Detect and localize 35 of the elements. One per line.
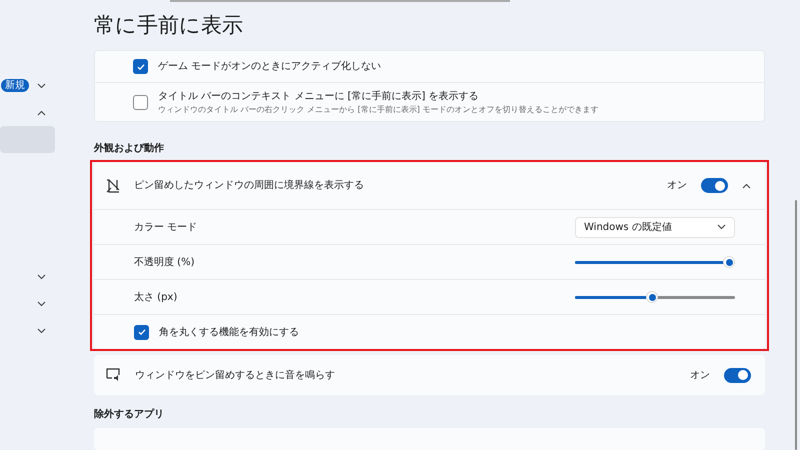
sidebar-item[interactable]: 新規 (0, 72, 55, 99)
option-label: タイトル バーのコンテキスト メニューに [常に手前に表示] を表示する (158, 90, 480, 104)
chevron-icon[interactable] (37, 300, 46, 306)
setting-label: 不透明度 (%) (134, 256, 196, 270)
slider[interactable] (575, 291, 735, 303)
option-description: ウィンドウのタイトル バーの右クリック メニューから [常に手前に表示] モードのオンとオフを切り替えることができます (158, 104, 598, 116)
check-icon (136, 327, 146, 337)
setting-label: 太さ (px) (134, 290, 178, 304)
option-label: ゲーム モードがオンのときにアクティブ化しない (158, 60, 382, 74)
slider[interactable] (575, 256, 735, 268)
chevron-icon[interactable] (37, 110, 46, 116)
chevron-icon[interactable] (717, 224, 726, 230)
setting-label: ピン留めしたウィンドウの周囲に境界線を表示する (134, 178, 365, 193)
monitor-speaker-icon (106, 368, 121, 382)
window-border-icon (106, 178, 120, 192)
chevron-icon[interactable] (37, 274, 46, 280)
color-mode-dropdown[interactable]: Windows の既定値 (575, 216, 735, 238)
checkbox[interactable] (133, 94, 148, 110)
section-heading: 外観および動作 (94, 142, 165, 156)
chevron-icon[interactable] (37, 82, 46, 88)
setting-label: ウィンドウをピン留めするときに音を鳴らす (135, 368, 336, 383)
checkbox[interactable] (133, 59, 148, 74)
toggle-switch[interactable] (724, 368, 751, 383)
setting-label: 角を丸くする機能を有効にする (159, 326, 300, 340)
section-heading: 除外するアプリ (94, 407, 165, 422)
toggle-state: オン (690, 368, 710, 383)
check-icon (136, 62, 146, 72)
chevron-icon[interactable] (742, 182, 751, 188)
checkbox[interactable] (134, 324, 149, 340)
page-title: 常に手前に表示 (94, 12, 244, 39)
toggle-state: オン (667, 179, 687, 193)
chevron-icon[interactable] (37, 328, 46, 334)
new-badge: 新規 (1, 79, 29, 92)
setting-label: カラー モード (134, 220, 198, 234)
toggle-switch[interactable] (701, 178, 728, 193)
